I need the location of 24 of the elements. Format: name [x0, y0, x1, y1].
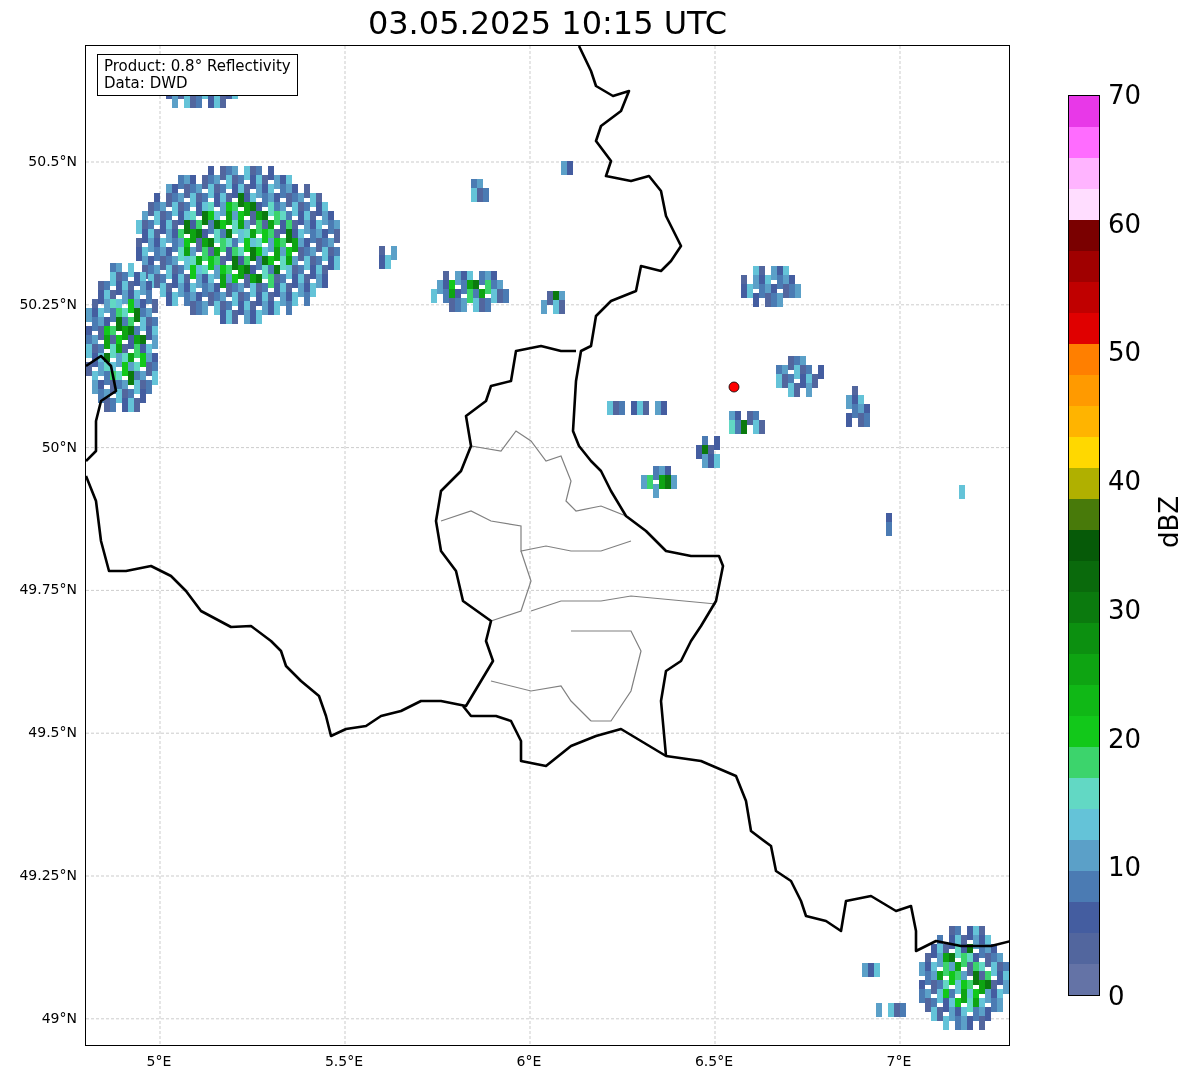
colorbar-tick-label: 60 [1108, 208, 1142, 239]
info-text: Data: DWD [104, 75, 189, 92]
colorbar-tick-label: 20 [1108, 723, 1142, 754]
latitude-tick-label: 50.5°N [28, 153, 77, 169]
info-text: Product: 0.8° Reflectivity [104, 58, 291, 75]
longitude-tick-label: 6°E [516, 1053, 542, 1069]
chart-title: 03.05.2025 10:15 UTC [366, 2, 729, 44]
latitude-tick-label: 49.75°N [19, 581, 77, 598]
longitude-tick-label: 6.5°E [694, 1053, 734, 1069]
colorbar-tick-label: 70 [1108, 80, 1142, 110]
colorbar-tick-label: 40 [1108, 466, 1142, 497]
latitude-tick-label: 49.25°N [19, 867, 77, 883]
latitude-tick-label: 49.5°N [28, 724, 77, 741]
latitude-tick-label: 49°N [41, 1009, 77, 1026]
latitude-tick-label: 50°N [41, 438, 77, 455]
longitude-tick-label: 5.5°E [324, 1053, 364, 1069]
colorbar-tick-label: 0 [1108, 981, 1125, 1011]
colorbar-label: dBZ [1154, 495, 1184, 548]
longitude-tick-label: 7°E [886, 1053, 912, 1069]
colorbar-tick-label: 30 [1108, 594, 1142, 625]
longitude-tick-label: 5°E [146, 1053, 172, 1069]
latitude-tick-label: 50.25°N [19, 295, 77, 312]
colorbar-tick-label: 10 [1108, 852, 1142, 883]
colorbar-tick-label: 50 [1108, 337, 1142, 368]
